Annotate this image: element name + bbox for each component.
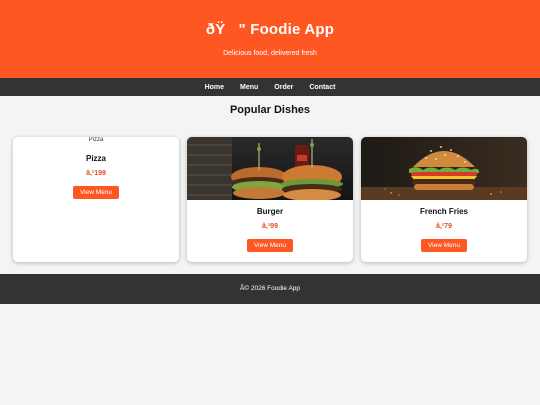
view-menu-button[interactable]: View Menu <box>72 186 120 199</box>
site-header: ðŸ " Foodie App Delicious food, delivere… <box>0 0 540 78</box>
dish-name: Burger <box>256 207 284 216</box>
nav-item-menu[interactable]: Menu <box>232 84 266 91</box>
fries-photo <box>361 137 527 200</box>
app-subtitle: Delicious food, delivered fresh <box>223 50 317 57</box>
dish-name: French Fries <box>419 207 468 216</box>
dish-card-burger: Burger â‚¹99 View Menu <box>187 137 353 262</box>
dish-price: â‚¹79 <box>436 223 452 230</box>
burger-image <box>187 137 353 200</box>
footer-text: Â© 2026 Foodie App <box>239 285 301 292</box>
dish-price: â‚¹199 <box>86 170 106 177</box>
site-footer: Â© 2026 Foodie App <box>0 274 540 304</box>
french-fries-image <box>361 137 527 200</box>
pizza-image-alt: Pizza <box>88 137 104 143</box>
dish-card-french-fries: French Fries â‚¹79 View Menu <box>361 137 527 262</box>
nav-item-home[interactable]: Home <box>197 84 232 91</box>
nav-item-order[interactable]: Order <box>266 84 301 91</box>
dish-card-pizza: Pizza Pizza â‚¹199 View Menu <box>13 137 179 262</box>
view-menu-button[interactable]: View Menu <box>246 239 294 252</box>
main-nav: Home Menu Order Contact <box>0 78 540 96</box>
dish-name: Pizza <box>85 154 106 163</box>
dish-price: â‚¹99 <box>262 223 278 230</box>
nav-item-contact[interactable]: Contact <box>301 84 343 91</box>
pizza-image-broken: Pizza <box>13 137 179 147</box>
app-title: ðŸ " Foodie App <box>205 21 335 38</box>
burger-photo <box>187 137 353 200</box>
section-title: Popular Dishes <box>229 104 311 116</box>
view-menu-button[interactable]: View Menu <box>420 239 468 252</box>
